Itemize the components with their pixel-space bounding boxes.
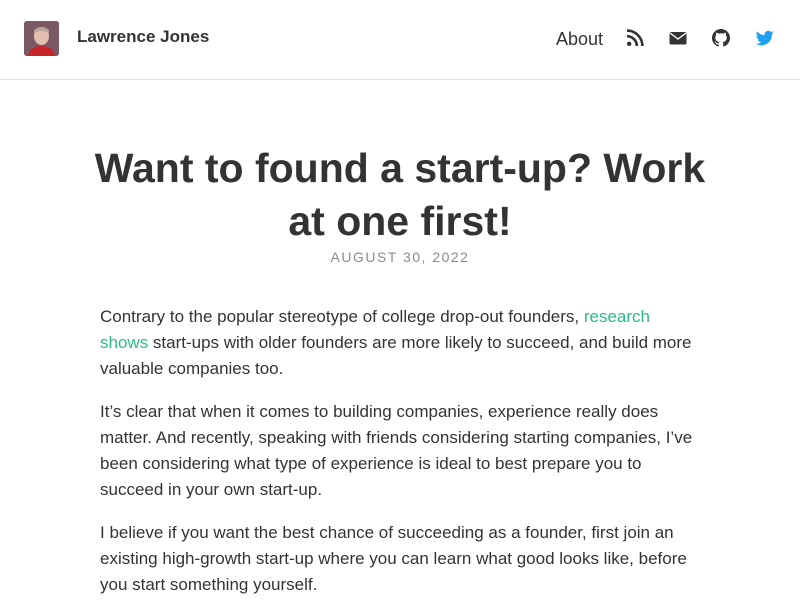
post-title: Want to found a start-up? Work at one fi… xyxy=(94,145,706,244)
avatar[interactable] xyxy=(24,21,59,56)
site-header: Lawrence Jones About xyxy=(0,0,800,80)
paragraph-1: Contrary to the popular stereotype of co… xyxy=(100,304,700,382)
nav-about-link[interactable]: About xyxy=(556,28,603,50)
twitter-icon[interactable] xyxy=(756,29,774,47)
post-date: AUGUST 30, 2022 xyxy=(330,249,470,265)
rss-icon[interactable] xyxy=(626,29,644,47)
paragraph-3: I believe if you want the best chance of… xyxy=(100,523,687,594)
paragraph-2: It’s clear that when it comes to buildin… xyxy=(100,402,693,499)
post-content: Contrary to the popular stereotype of co… xyxy=(100,304,700,615)
site-title[interactable]: Lawrence Jones xyxy=(77,26,209,48)
github-icon[interactable] xyxy=(712,29,730,47)
paragraph-1-text-after: start-ups with older founders are more l… xyxy=(100,333,692,378)
paragraph-1-text-before: Contrary to the popular stereotype of co… xyxy=(100,307,584,326)
avatar-portrait xyxy=(24,21,59,56)
envelope-icon[interactable] xyxy=(669,29,687,47)
